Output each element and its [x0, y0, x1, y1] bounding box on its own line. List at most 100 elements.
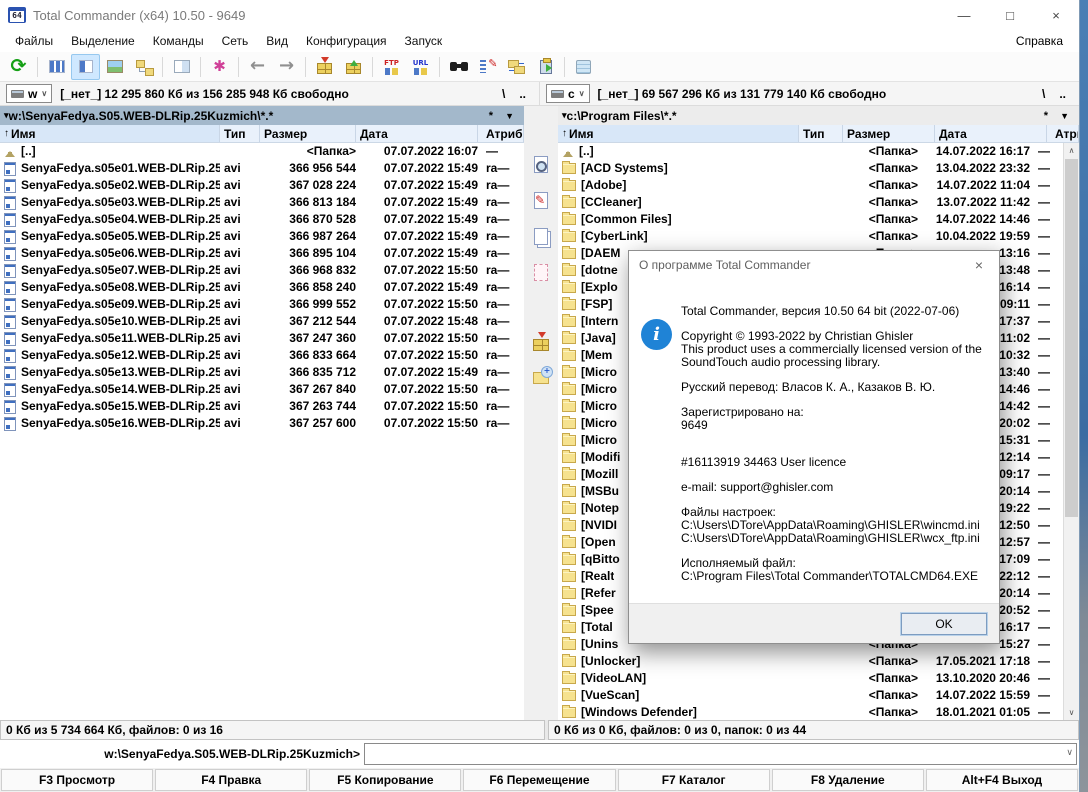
- quick-view-button[interactable]: [167, 54, 196, 80]
- maximize-button[interactable]: □: [987, 0, 1033, 30]
- menu-item-файлы[interactable]: Файлы: [6, 32, 62, 50]
- pack-box-button[interactable]: [528, 330, 554, 354]
- table-row[interactable]: SenyaFedya.s05e14.WEB-DLRip.25Kuz..avi36…: [0, 381, 524, 398]
- table-row[interactable]: [CCleaner]<Папка>13.07.2022 11:42—: [558, 194, 1062, 211]
- thumbnails-view-button[interactable]: [100, 54, 129, 80]
- table-row[interactable]: SenyaFedya.s05e16.WEB-DLRip.25Kuz..avi36…: [0, 415, 524, 432]
- column-header-name[interactable]: ↑Имя: [0, 125, 220, 142]
- left-path-bar[interactable]: ▾ w:\SenyaFedya.S05.WEB-DLRip.25Kuzmich\…: [0, 106, 524, 125]
- dialog-close-icon[interactable]: ×: [959, 251, 999, 279]
- column-header-type[interactable]: Тип: [220, 125, 260, 142]
- table-row[interactable]: SenyaFedya.s05e09.WEB-DLRip.25Kuz..avi36…: [0, 296, 524, 313]
- scroll-up-icon[interactable]: ∧: [1064, 143, 1079, 158]
- right-drive-combo[interactable]: c ∨: [546, 84, 590, 103]
- parent-dir-button[interactable]: ..: [1052, 87, 1073, 101]
- table-row[interactable]: SenyaFedya.s05e10.WEB-DLRip.25Kuz..avi36…: [0, 313, 524, 330]
- menu-item-команды[interactable]: Команды: [144, 32, 213, 50]
- function-key-f6[interactable]: F6 Перемещение: [463, 769, 615, 791]
- table-row[interactable]: [ACD Systems]<Папка>13.04.2022 23:32—: [558, 160, 1062, 177]
- menu-item-help[interactable]: Справка: [1006, 32, 1073, 50]
- table-row[interactable]: [VideoLAN]<Папка>13.10.2020 20:46—: [558, 670, 1062, 687]
- right-path-bar[interactable]: ▾ c:\Program Files\*.* * ▼: [558, 106, 1079, 125]
- column-header-attr[interactable]: Атриб: [1047, 125, 1079, 142]
- table-row[interactable]: SenyaFedya.s05e12.WEB-DLRip.25Kuz..avi36…: [0, 347, 524, 364]
- column-header-date[interactable]: Дата: [935, 125, 1047, 142]
- table-row[interactable]: SenyaFedya.s05e15.WEB-DLRip.25Kuz..avi36…: [0, 398, 524, 415]
- back-button[interactable]: [243, 54, 272, 80]
- root-dir-button[interactable]: \: [1035, 87, 1052, 101]
- refresh-button[interactable]: [4, 54, 33, 80]
- function-key-alt+f4[interactable]: Alt+F4 Выход: [926, 769, 1078, 791]
- left-drive-combo[interactable]: w ∨: [6, 84, 52, 103]
- table-row[interactable]: SenyaFedya.s05e03.WEB-DLRip.25Kuz..avi36…: [0, 194, 524, 211]
- ftp-connect-button[interactable]: [377, 54, 406, 80]
- function-key-f5[interactable]: F5 Копирование: [309, 769, 461, 791]
- unpack-button[interactable]: [339, 54, 368, 80]
- table-row[interactable]: [VueScan]<Папка>14.07.2022 15:59—: [558, 687, 1062, 704]
- pack-button[interactable]: [310, 54, 339, 80]
- scrollbar-thumb[interactable]: [1065, 159, 1078, 517]
- brief-view-button[interactable]: [42, 54, 71, 80]
- table-row[interactable]: [Windows Defender]<Папка>18.01.2021 01:0…: [558, 704, 1062, 720]
- new-folder-button[interactable]: [528, 366, 554, 390]
- notepad-button[interactable]: [569, 54, 598, 80]
- menu-item-вид[interactable]: Вид: [257, 32, 297, 50]
- table-row[interactable]: SenyaFedya.s05e01.WEB-DLRip.25Kuz..avi36…: [0, 160, 524, 177]
- command-input[interactable]: [364, 743, 1077, 765]
- vertical-scrollbar[interactable]: ∧ ∨: [1063, 143, 1079, 720]
- pack-icon: [317, 63, 332, 74]
- table-row[interactable]: [Adobe]<Папка>14.07.2022 11:04—: [558, 177, 1062, 194]
- ok-button[interactable]: OK: [901, 613, 987, 635]
- forward-button[interactable]: [272, 54, 301, 80]
- copy-clipboard-button[interactable]: [531, 54, 560, 80]
- table-row[interactable]: [Common Files]<Папка>14.07.2022 14:46—: [558, 211, 1062, 228]
- panel-menu-button[interactable]: ▼: [1054, 111, 1075, 121]
- minimize-button[interactable]: —: [941, 0, 987, 30]
- view-doc-button[interactable]: [528, 152, 554, 176]
- column-header-date[interactable]: Дата: [356, 125, 478, 142]
- copy-doc-button[interactable]: [528, 224, 554, 248]
- sync-dirs-button[interactable]: [502, 54, 531, 80]
- function-key-f3[interactable]: F3 Просмотр: [1, 769, 153, 791]
- select-files-button[interactable]: *: [1038, 110, 1054, 122]
- show-all-button[interactable]: [205, 54, 234, 80]
- edit-doc-button[interactable]: [528, 188, 554, 212]
- table-row[interactable]: SenyaFedya.s05e02.WEB-DLRip.25Kuz..avi36…: [0, 177, 524, 194]
- select-files-button[interactable]: *: [483, 110, 499, 122]
- menu-item-выделение[interactable]: Выделение: [62, 32, 144, 50]
- table-row[interactable]: SenyaFedya.s05e04.WEB-DLRip.25Kuz..avi36…: [0, 211, 524, 228]
- column-header-type[interactable]: Тип: [799, 125, 843, 142]
- url-download-button[interactable]: [406, 54, 435, 80]
- panel-menu-button[interactable]: ▼: [499, 111, 520, 121]
- column-header-size[interactable]: Размер: [260, 125, 356, 142]
- parent-dir-button[interactable]: ..: [512, 87, 533, 101]
- table-row[interactable]: SenyaFedya.s05e07.WEB-DLRip.25Kuz..avi36…: [0, 262, 524, 279]
- table-row[interactable]: SenyaFedya.s05e08.WEB-DLRip.25Kuz..avi36…: [0, 279, 524, 296]
- table-row[interactable]: SenyaFedya.s05e11.WEB-DLRip.25Kuz..avi36…: [0, 330, 524, 347]
- root-dir-button[interactable]: \: [495, 87, 512, 101]
- column-header-name[interactable]: ↑Имя: [558, 125, 799, 142]
- chevron-down-icon[interactable]: ∨: [1066, 747, 1073, 758]
- move-doc-button[interactable]: [528, 260, 554, 284]
- scroll-down-icon[interactable]: ∨: [1064, 705, 1079, 720]
- function-key-f8[interactable]: F8 Удаление: [772, 769, 924, 791]
- table-row[interactable]: SenyaFedya.s05e05.WEB-DLRip.25Kuz..avi36…: [0, 228, 524, 245]
- search-button[interactable]: [444, 54, 473, 80]
- menu-item-конфигурация[interactable]: Конфигурация: [297, 32, 396, 50]
- table-row[interactable]: [..]<Папка>14.07.2022 16:17—: [558, 143, 1062, 160]
- multi-rename-button[interactable]: [473, 54, 502, 80]
- table-row[interactable]: SenyaFedya.s05e13.WEB-DLRip.25Kuz..avi36…: [0, 364, 524, 381]
- function-key-f7[interactable]: F7 Каталог: [618, 769, 770, 791]
- table-row[interactable]: [Unlocker]<Папка>17.05.2021 17:18—: [558, 653, 1062, 670]
- function-key-f4[interactable]: F4 Правка: [155, 769, 307, 791]
- table-row[interactable]: [CyberLink]<Папка>10.04.2022 19:59—: [558, 228, 1062, 245]
- tree-view-button[interactable]: [129, 54, 158, 80]
- close-button[interactable]: ×: [1033, 0, 1079, 30]
- menu-item-сеть[interactable]: Сеть: [213, 32, 258, 50]
- table-row[interactable]: SenyaFedya.s05e06.WEB-DLRip.25Kuz..avi36…: [0, 245, 524, 262]
- full-view-button[interactable]: [71, 54, 100, 80]
- column-header-attr[interactable]: Атриб: [478, 125, 524, 142]
- menu-item-запуск[interactable]: Запуск: [396, 32, 452, 50]
- table-row[interactable]: [..]<Папка>07.07.2022 16:07—: [0, 143, 524, 160]
- column-header-size[interactable]: Размер: [843, 125, 935, 142]
